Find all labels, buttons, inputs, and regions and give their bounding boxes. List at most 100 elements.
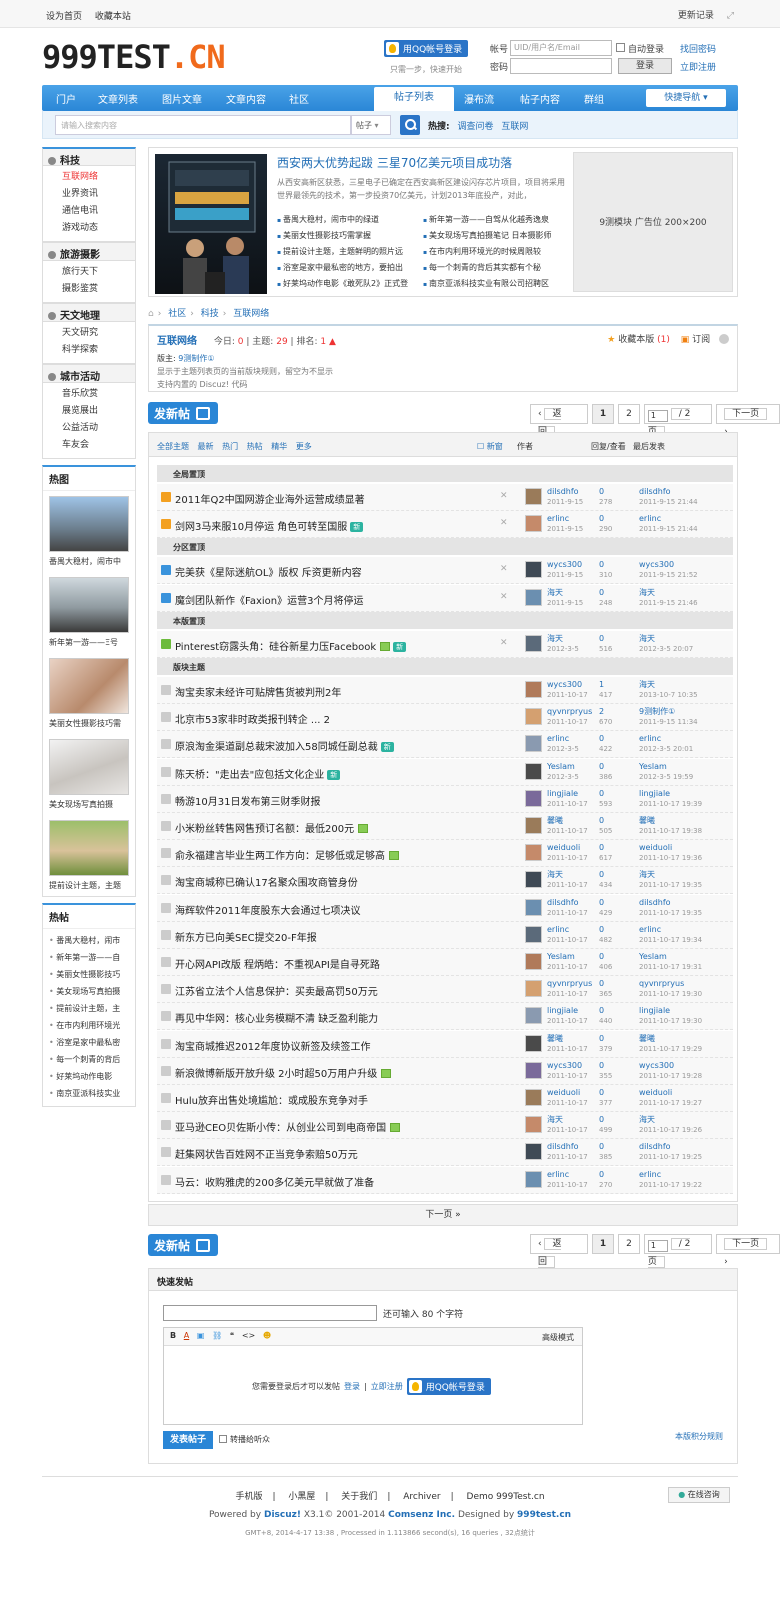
sidebar-item[interactable]: 通信电讯 [62, 203, 135, 220]
nav-item-groups[interactable]: 群组 [584, 91, 604, 106]
thread-title[interactable]: Hulu放弃出售处境尴尬：或成股东竞争对手 [175, 1096, 368, 1107]
author-link[interactable]: 海天 [547, 1115, 563, 1124]
home-icon[interactable]: ⌂ [148, 309, 154, 319]
thread-title[interactable]: 畅游10月31日发布第三财季财报 [175, 797, 320, 808]
reply-count[interactable]: 0 [599, 816, 604, 825]
table-row[interactable]: 江苏省立法个人信息保护：买卖最高罚50万元 qyvnrpryus 2011-10-1… [157, 976, 733, 1004]
last-post-time[interactable]: 2011-10-17 19:36 [639, 853, 702, 863]
search-button[interactable] [400, 115, 420, 135]
hot-post-link[interactable]: 浴室是家中最私密 [43, 1034, 135, 1051]
reply-count[interactable]: 0 [599, 1034, 604, 1043]
last-post-time[interactable]: 2012-3-5 20:07 [639, 644, 693, 654]
avatar[interactable] [525, 735, 542, 753]
last-post-time[interactable]: 2011-10-17 19:38 [639, 826, 702, 836]
reply-count[interactable]: 0 [599, 588, 604, 597]
reply-count[interactable]: 0 [599, 843, 604, 852]
filter-digest[interactable]: 精华 [271, 442, 287, 451]
avatar[interactable] [525, 953, 542, 970]
last-post-time[interactable]: 2011-10-17 19:28 [639, 1071, 702, 1081]
hot-picture[interactable] [49, 658, 129, 714]
filter-hot-posts[interactable]: 热帖 [247, 442, 263, 451]
close-icon[interactable]: ✕ [500, 564, 508, 574]
credit-rules-link[interactable]: 本版积分规则 [675, 1431, 723, 1442]
sidebar-group-title[interactable]: 科技 [42, 147, 136, 167]
thread-title[interactable]: 江苏省立法个人信息保护：买卖最高罚50万元 [175, 987, 378, 998]
reply-count[interactable]: 1 [599, 680, 604, 689]
hot-picture-caption[interactable]: 番禺大稳村，闹市中 [43, 552, 135, 572]
close-icon[interactable]: ✕ [500, 592, 508, 602]
avatar[interactable] [525, 1116, 542, 1134]
table-row[interactable]: 原浪淘金渠道副总裁宋波加入58同城任副总裁新 erlinc 2012-3-5 0 422… [157, 731, 733, 759]
hot-post-link[interactable]: 好莱坞动作电影 [43, 1068, 135, 1085]
table-row[interactable]: 马云：收购雅虎的200多亿美元早就做了准备 erlinc 2011-10-17 0 27… [157, 1166, 733, 1194]
bookmark-link[interactable]: 收藏本站 [95, 12, 131, 22]
reply-count[interactable]: 0 [599, 925, 604, 934]
thread-title[interactable]: 原浪淘金渠道副总裁宋波加入58同城任副总裁 [175, 742, 378, 753]
table-row[interactable]: Hulu放弃出售处境尴尬：或成股东竞争对手 weiduoli 2011-10-17 0… [157, 1085, 733, 1112]
last-poster-link[interactable]: dilsdhfo [639, 1142, 671, 1151]
last-poster-link[interactable]: Yeslam [639, 952, 667, 961]
avatar[interactable] [525, 844, 542, 862]
hot-post-link[interactable]: 在市内利用环境光 [43, 1017, 135, 1034]
image-icon[interactable]: ▣ [197, 1331, 205, 1340]
avatar[interactable] [525, 1061, 542, 1079]
hot-post-link[interactable]: 提前设计主题，主 [43, 1000, 135, 1017]
link-icon[interactable]: ⛓ [212, 1331, 222, 1340]
table-row[interactable]: 剑网3马来服10月停运 角色可转至国服新 ✕ erlinc 2011-9-15 0 290… [157, 511, 733, 539]
online-consult-button[interactable]: ● 在线咨询 [668, 1487, 730, 1503]
new-post-button[interactable]: 发新帖 [148, 402, 218, 424]
next-page-button[interactable]: 下一页 › [716, 1234, 780, 1267]
last-poster-link[interactable]: 海天 [639, 870, 655, 879]
changelog-link[interactable]: 更新记录 [678, 11, 714, 21]
nav-item-thread-list[interactable]: 帖子列表 [374, 87, 454, 111]
last-poster-link[interactable]: wycs300 [639, 560, 674, 569]
featured-link[interactable]: 好莱坞动作电影《敢死队2》正式登 [277, 278, 422, 289]
qq-login-button[interactable]: 用QQ帐号登录 [384, 40, 469, 57]
set-home-link[interactable]: 设为首页 [46, 12, 82, 22]
last-post-time[interactable]: 2011-10-17 19:27 [639, 1098, 702, 1108]
hot-post-link[interactable]: 新年第一游——自 [43, 949, 135, 966]
search-type-select[interactable]: 帖子 ▾ [351, 115, 391, 135]
next-page-bar[interactable]: 下一页 » [148, 1204, 738, 1226]
thread-title[interactable]: 陈天桥："走出去"应包括文化企业 [175, 770, 324, 781]
last-poster-link[interactable]: erlinc [639, 1170, 661, 1179]
subscribe-button[interactable]: 订阅 [692, 335, 710, 345]
account-input[interactable]: UID/用户名/Email [510, 40, 612, 56]
hot-picture[interactable] [49, 739, 129, 795]
company-link[interactable]: Comsenz Inc. [388, 1510, 455, 1520]
last-poster-link[interactable]: 馨曦 [639, 816, 655, 825]
nav-item-thread-content[interactable]: 帖子内容 [520, 91, 560, 106]
moderator-link[interactable]: 9测制作① [178, 354, 214, 363]
login-link[interactable]: 登录 [344, 1381, 360, 1392]
last-poster-link[interactable]: 海天 [639, 680, 655, 689]
author-link[interactable]: weiduoli [547, 1088, 580, 1097]
table-row[interactable]: 北京市53家非时政类报刊转企 ... 2 qyvnrpryus 2011-10-17… [157, 704, 733, 732]
thread-title[interactable]: 海辉软件2011年度股东大会通过七项决议 [175, 906, 360, 917]
last-poster-link[interactable]: 海天 [639, 1115, 655, 1124]
site-logo[interactable]: 999TEST.CN [42, 38, 226, 76]
table-row[interactable]: 亚马逊CEO贝佐斯小传：从创业公司到电商帝国 海天 2011-10-17 0 499 海天… [157, 1112, 733, 1140]
register-link[interactable]: 立即注册 [680, 60, 716, 73]
author-link[interactable]: dilsdhfo [547, 1142, 579, 1151]
avatar[interactable] [525, 488, 542, 505]
last-poster-link[interactable]: weiduoli [639, 843, 672, 852]
last-poster-link[interactable]: 馨曦 [639, 1034, 655, 1043]
thread-title[interactable]: 新浪微博新版开放升级 2小时超50万用户升级 [175, 1069, 377, 1080]
sidebar-group-title[interactable]: 城市活动 [42, 364, 136, 383]
last-poster-link[interactable]: qyvnrpryus [639, 979, 684, 988]
next-page-button[interactable]: 下一页 › [716, 404, 780, 437]
footer-link[interactable]: Demo 999Test.cn [467, 1492, 545, 1502]
table-row[interactable]: 海辉软件2011年度股东大会通过七项决议 dilsdhfo 2011-10-17 0 4… [157, 894, 733, 922]
bold-icon[interactable]: B [170, 1331, 176, 1340]
avatar[interactable] [525, 1034, 542, 1052]
hot-post-link[interactable]: 美女现场写真拍摄 [43, 983, 135, 1000]
thread-title[interactable]: 新东方已向美SEC提交20-F年报 [175, 933, 317, 944]
hot-search-link[interactable]: 调查问卷 [457, 122, 493, 132]
last-post-time[interactable]: 2011-10-17 19:31 [639, 962, 702, 972]
author-link[interactable]: erlinc [547, 734, 569, 743]
last-poster-link[interactable]: dilsdhfo [639, 487, 671, 496]
login-button[interactable]: 登录 [618, 58, 672, 74]
close-icon[interactable]: ✕ [500, 638, 508, 648]
page-link[interactable]: 2 [618, 1234, 640, 1254]
page-link[interactable]: 1 [591, 1234, 615, 1254]
